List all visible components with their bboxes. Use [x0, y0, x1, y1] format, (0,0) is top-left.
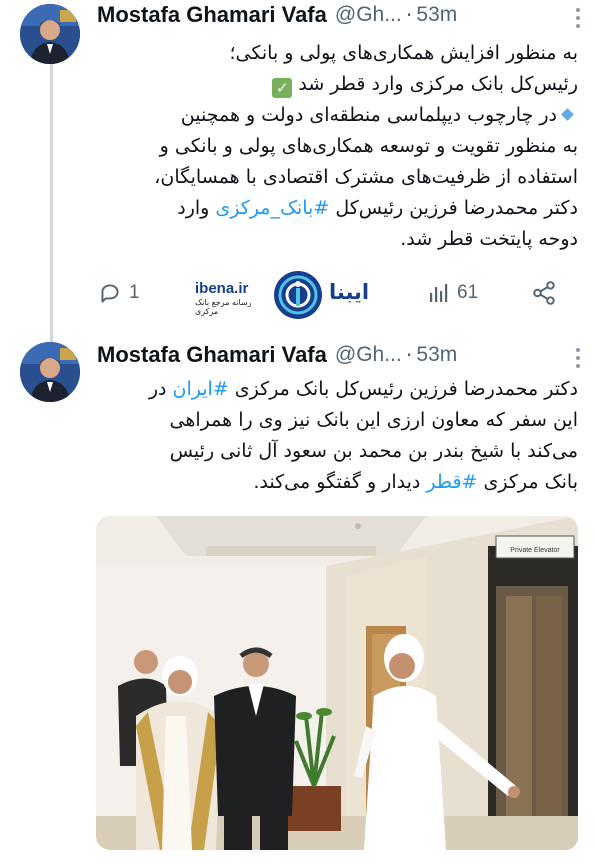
timestamp[interactable]: 53m: [416, 3, 457, 27]
tweet-header: Mostafa Ghamari Vafa @Gh... · 53m: [97, 340, 586, 370]
share-button[interactable]: [531, 278, 557, 308]
ibena-logo: ibena.ir رسانه مرجع بانک مرکزی ایبنا: [195, 270, 417, 320]
more-icon[interactable]: [576, 8, 580, 28]
thread-connector: [50, 60, 53, 342]
text-line: این سفر که معاون ارزی این بانک نیز وی را…: [169, 409, 578, 431]
photo-sign-label: Private Elevator: [510, 547, 560, 554]
separator: ·: [405, 3, 413, 27]
separator: ·: [405, 343, 413, 367]
text-line: رئیس‌کل بانک مرکزی وارد قطر شد ✓: [97, 69, 578, 100]
author-name[interactable]: Mostafa Ghamari Vafa: [97, 2, 327, 28]
tweet-text: دکتر محمدرضا فرزین رئیس‌کل بانک مرکزی #ا…: [97, 374, 578, 498]
tweet[interactable]: Mostafa Ghamari Vafa @Gh... · 53m دکتر م…: [0, 338, 596, 865]
hashtag-link[interactable]: #بانک_مرکزی: [215, 197, 329, 219]
reply-count: 1: [129, 282, 140, 303]
avatar[interactable]: [20, 4, 80, 64]
text-line: به منظور افزایش همکاری‌های پولی و بانکی؛: [229, 42, 579, 64]
hashtag-link[interactable]: #قطر: [426, 471, 477, 493]
timestamp[interactable]: 53m: [416, 343, 457, 367]
text-line: در چارچوب دیپلماسی منطقه‌ای دولت و همچنی…: [97, 100, 578, 131]
blue-diamond-icon: [561, 108, 574, 121]
meeting-photo-image: Private Elevator: [96, 516, 578, 850]
tweet-text: به منظور افزایش همکاری‌های پولی و بانکی؛…: [97, 38, 578, 255]
check-mark-icon: ✓: [272, 78, 293, 98]
text-line: دوحه پایتخت قطر شد.: [400, 228, 578, 250]
text-line: بانک مرکزی #قطر دیدار و گفتگو می‌کند.: [253, 471, 578, 493]
text-line: دکتر محمدرضا فرزین رئیس‌کل #بانک_مرکزی و…: [177, 197, 578, 219]
reply-icon: [101, 284, 119, 303]
reply-button[interactable]: 1: [97, 278, 140, 308]
share-icon: [533, 281, 555, 305]
author-handle[interactable]: @Gh...: [335, 3, 402, 27]
author-handle[interactable]: @Gh...: [335, 343, 402, 367]
tweet-photo[interactable]: Private Elevator: [96, 516, 578, 850]
view-count: 61: [457, 282, 479, 303]
avatar[interactable]: [20, 342, 80, 402]
action-bar: 1 ibena.ir رسانه مرجع بانک مرکزی ایبنا 6…: [97, 270, 578, 320]
ibena-emblem-icon: [274, 271, 322, 319]
hashtag-link[interactable]: #ایران: [173, 378, 229, 400]
text-line: به منظور تقویت و توسعه همکاری‌های پولی و…: [159, 135, 578, 157]
more-icon[interactable]: [576, 348, 580, 368]
text-line: استفاده از ظرفیت‌های مشترک اقتصادی با هم…: [154, 166, 578, 188]
views-button[interactable]: 61: [427, 278, 478, 308]
tweet[interactable]: Mostafa Ghamari Vafa @Gh... · 53m به منظ…: [0, 0, 596, 342]
text-line: می‌کند با شیخ بندر بن محمد بن سعود آل ثا…: [169, 440, 578, 462]
text-line: دکتر محمدرضا فرزین رئیس‌کل بانک مرکزی #ا…: [148, 378, 578, 400]
author-name[interactable]: Mostafa Ghamari Vafa: [97, 342, 327, 368]
tweet-header: Mostafa Ghamari Vafa @Gh... · 53m: [97, 0, 586, 30]
views-icon: [430, 284, 448, 302]
